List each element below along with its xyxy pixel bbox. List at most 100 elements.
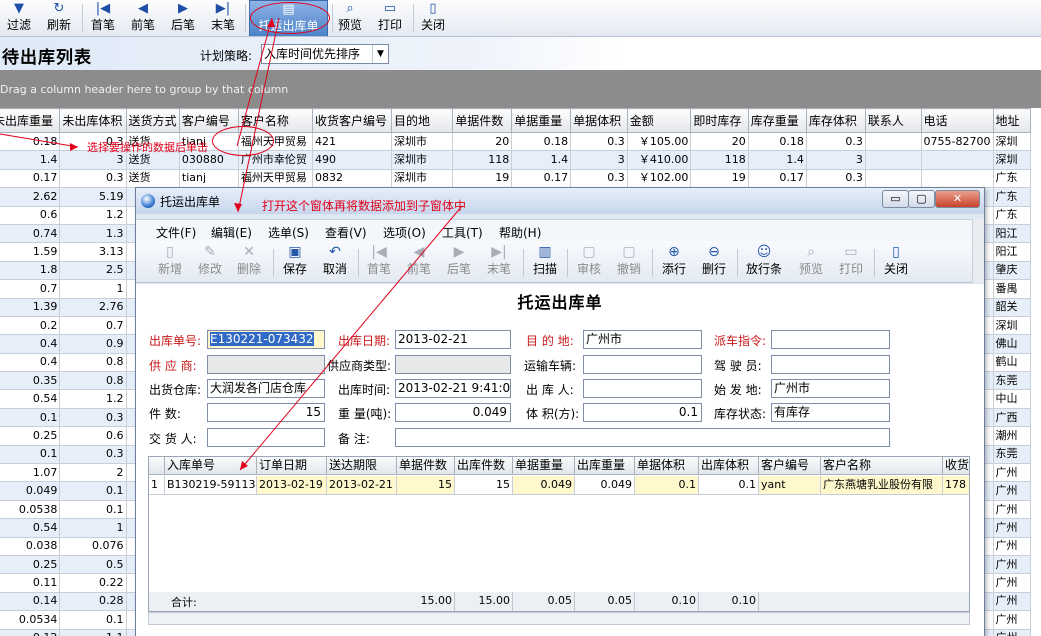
pieces-field[interactable]: 15	[207, 403, 325, 422]
driver-field[interactable]	[771, 355, 890, 374]
cancel-button[interactable]: ↶ 取消	[321, 243, 349, 277]
detail-cell[interactable]: yant	[759, 476, 821, 495]
menu-view[interactable]: 查看(V)	[325, 224, 367, 241]
grid-cell[interactable]: 1.1	[59, 628, 127, 636]
strategy-select[interactable]: 入库时间优先排序 ▼	[261, 44, 389, 64]
window-close-button[interactable]: ✕	[935, 190, 980, 208]
delete-row-button[interactable]: ⊖ 删行	[700, 243, 728, 277]
stock-status-field[interactable]: 有库存	[771, 403, 890, 422]
out-time-field[interactable]: 2013-02-21 9:41:00	[395, 379, 511, 398]
grid-column-header[interactable]: 目的地	[390, 108, 454, 133]
grid-cell[interactable]: 0.1	[59, 481, 127, 501]
grid-cell[interactable]: 深圳市	[390, 150, 454, 170]
grid-cell[interactable]	[920, 150, 994, 170]
grid-cell[interactable]: 118	[452, 150, 513, 170]
grid-cell[interactable]: 2.62	[0, 187, 61, 207]
win-close-tool-button[interactable]: ▯ 关闭	[882, 243, 910, 277]
grid-cell[interactable]: 0.049	[0, 481, 61, 501]
grid-cell[interactable]: 5.19	[59, 187, 127, 207]
detail-col-header[interactable]: 客户编号	[759, 457, 821, 475]
menu-file[interactable]: 文件(F)	[156, 224, 196, 241]
out-person-field[interactable]	[583, 379, 702, 398]
grid-cell[interactable]	[864, 150, 922, 170]
table-row[interactable]: 0.17 0.3 送货 tianj 福州天甲贸易 0832 深圳市 19 0.17 0.3 ￥102…	[0, 168, 1032, 189]
edit-button[interactable]: ✎ 修改	[196, 243, 224, 277]
detail-col-header[interactable]: 出库体积	[699, 457, 759, 475]
detail-cell[interactable]: 0.049	[513, 476, 575, 495]
grid-cell[interactable]: 东莞	[992, 444, 1032, 465]
grid-cell[interactable]: 19	[452, 168, 513, 189]
grid-column-header[interactable]: 送货方式	[125, 108, 180, 133]
grid-cell[interactable]: 2.5	[59, 260, 127, 281]
win-preview-button[interactable]: ⌕ 预览	[797, 243, 825, 277]
grid-cell[interactable]	[864, 131, 922, 152]
grid-cell[interactable]: 鹤山	[992, 352, 1032, 373]
grid-cell[interactable]: 深圳	[992, 315, 1032, 336]
refresh-button[interactable]: ↻ 刷新	[44, 0, 74, 36]
grid-cell[interactable]: 0.74	[0, 223, 61, 244]
win-first-record-button[interactable]: |◀ 首笔	[365, 243, 393, 277]
grid-cell[interactable]: 广东	[992, 168, 1032, 189]
detail-cell[interactable]: 2013-02-19	[257, 476, 327, 495]
grid-cell[interactable]: 广东	[992, 205, 1032, 225]
prev-record-button[interactable]: ◀ 前笔	[128, 0, 158, 36]
grid-cell[interactable]: 潮州	[992, 426, 1032, 446]
grid-cell[interactable]: 2	[59, 463, 127, 483]
grid-cell[interactable]: 0.1	[59, 610, 127, 630]
last-record-button[interactable]: ▶| 末笔	[208, 0, 238, 36]
grid-column-header[interactable]: 未出库重量	[0, 108, 61, 133]
grid-cell[interactable]: 韶关	[992, 297, 1032, 317]
grid-cell[interactable]: 0.54	[0, 518, 61, 538]
grid-cell[interactable]: 阳江	[992, 223, 1032, 244]
grid-column-header[interactable]: 地址	[992, 108, 1032, 133]
grid-cell[interactable]: 广州	[992, 573, 1032, 593]
deliverer-field[interactable]	[207, 428, 325, 447]
grid-cell[interactable]: 0.3	[570, 168, 628, 189]
grid-cell[interactable]: tianj	[178, 168, 239, 189]
grid-cell[interactable]: 3	[805, 150, 866, 170]
grid-column-header[interactable]: 收货客户编号	[312, 108, 392, 133]
scan-button[interactable]: ▥ 扫描	[531, 243, 559, 277]
grid-cell[interactable]: 0.076	[59, 536, 127, 556]
chevron-down-icon[interactable]: ▼	[372, 45, 388, 63]
grid-column-header[interactable]: 单据重量	[511, 108, 572, 133]
detail-cell[interactable]: 0.049	[575, 476, 635, 495]
detail-cell[interactable]: 0.1	[699, 476, 759, 495]
grid-cell[interactable]: 2.76	[59, 297, 127, 317]
grid-cell[interactable]: 0.3	[805, 131, 866, 152]
save-button[interactable]: ▣ 保存	[281, 243, 309, 277]
grid-cell[interactable]: 1.59	[0, 242, 61, 262]
grid-cell[interactable]: 0.0534	[0, 610, 61, 630]
grid-cell[interactable]	[864, 168, 922, 189]
close-button[interactable]: ▯ 关闭	[418, 0, 448, 36]
detail-cell[interactable]: 2013-02-21	[327, 476, 397, 495]
grid-cell[interactable]: 0.4	[0, 352, 61, 373]
grid-cell[interactable]: 0.17	[0, 168, 61, 189]
grid-cell[interactable]: ￥105.00	[626, 131, 692, 152]
grid-cell[interactable]: 0.14	[0, 591, 61, 612]
detail-col-header[interactable]: 出库重量	[575, 457, 635, 475]
minimize-button[interactable]: ▭	[882, 190, 909, 208]
detail-col-header[interactable]: 入库单号	[165, 457, 257, 475]
grid-cell[interactable]: 广州	[992, 536, 1032, 556]
vehicle-field[interactable]	[583, 355, 702, 374]
grid-cell[interactable]: 0832	[312, 168, 392, 189]
grid-cell[interactable]: 0.17	[511, 168, 572, 189]
remark-field[interactable]	[395, 428, 890, 447]
weight-field[interactable]: 0.049	[395, 403, 511, 422]
approve-button[interactable]: ▢ 审核	[575, 243, 603, 277]
next-record-button[interactable]: ▶ 后笔	[168, 0, 198, 36]
win-last-record-button[interactable]: ▶| 末笔	[485, 243, 513, 277]
grid-cell[interactable]: 0.28	[59, 591, 127, 612]
grid-column-header[interactable]: 单据体积	[570, 108, 628, 133]
grid-cell[interactable]: 1.3	[59, 223, 127, 244]
print-button[interactable]: ▭ 打印	[375, 0, 405, 36]
win-prev-record-button[interactable]: ◀ 前笔	[405, 243, 433, 277]
grid-cell[interactable]: 0.22	[59, 573, 127, 593]
grid-cell[interactable]: 0.0538	[0, 499, 61, 520]
grid-column-header[interactable]: 电话	[920, 108, 994, 133]
grid-cell[interactable]: 3	[570, 150, 628, 170]
grid-cell[interactable]: 0.18	[747, 131, 807, 152]
release-pass-button[interactable]: ☺ 放行条	[745, 243, 783, 277]
grid-cell[interactable]: 0.6	[0, 205, 61, 225]
